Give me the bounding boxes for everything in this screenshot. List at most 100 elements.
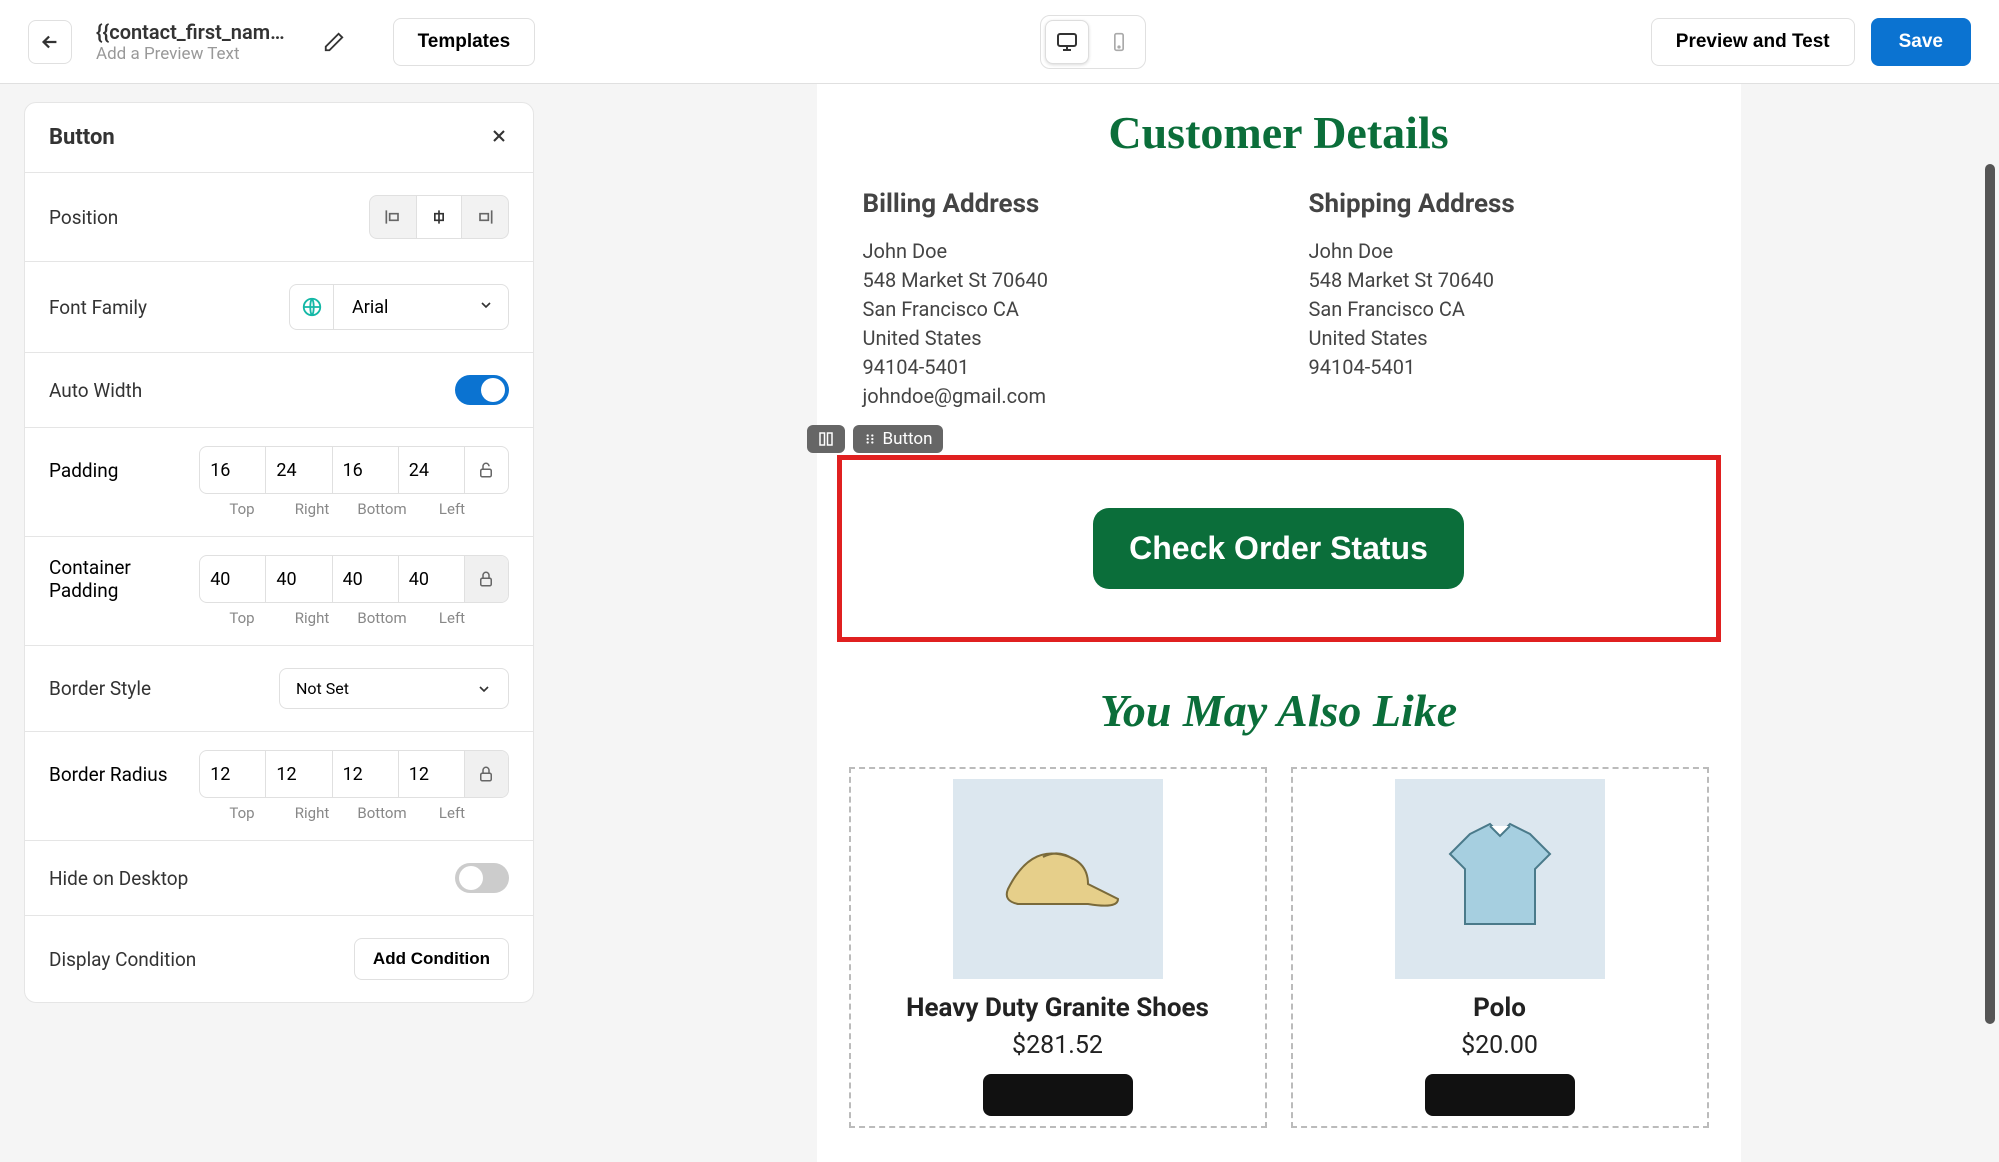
product-buy-button[interactable] [983, 1074, 1133, 1116]
block-type-tag[interactable]: Button [853, 425, 943, 453]
settings-panel: Button Position Font Family [0, 84, 558, 1162]
desktop-view-button[interactable] [1045, 20, 1089, 64]
container-padding-captions: Top Right Bottom Left [207, 609, 509, 627]
product-card[interactable]: Heavy Duty Granite Shoes $281.52 [849, 767, 1267, 1128]
panel-title: Button [49, 125, 115, 150]
add-condition-button[interactable]: Add Condition [354, 938, 509, 980]
product-card[interactable]: Polo $20.00 [1291, 767, 1709, 1128]
close-panel-button[interactable] [489, 126, 509, 150]
border-radius-inputs: 12 12 12 12 [199, 750, 509, 798]
position-row: Position [25, 173, 533, 262]
hide-desktop-label: Hide on Desktop [49, 867, 188, 890]
chevron-down-icon [464, 297, 508, 317]
border-style-select[interactable]: Not Set [279, 668, 509, 709]
top-bar: {{contact_first_nam… Add a Preview Text … [0, 0, 1999, 84]
container-padding-label: Container Padding [49, 556, 181, 602]
align-center-icon [429, 207, 449, 227]
container-padding-lock-button[interactable] [465, 556, 508, 602]
hide-desktop-row: Hide on Desktop [25, 841, 533, 916]
back-button[interactable] [28, 20, 72, 64]
product-image [953, 779, 1163, 979]
columns-icon [817, 430, 835, 448]
padding-captions: Top Right Bottom Left [207, 500, 509, 518]
selected-button-block[interactable]: Check Order Status [837, 455, 1721, 642]
shipping-column: Shipping Address John Doe 548 Market St … [1309, 189, 1695, 411]
align-left-button[interactable] [370, 196, 416, 238]
email-title[interactable]: {{contact_first_nam… [96, 20, 285, 44]
scrollbar[interactable] [1985, 164, 1995, 1024]
mobile-icon [1109, 30, 1129, 54]
align-right-icon [475, 207, 495, 227]
container-padding-bottom-input[interactable]: 40 [333, 556, 399, 602]
columns-control[interactable] [807, 425, 845, 453]
position-label: Position [49, 206, 118, 229]
hide-desktop-toggle[interactable] [455, 863, 509, 893]
product-buy-button[interactable] [1425, 1074, 1575, 1116]
pencil-icon [323, 31, 345, 53]
container-padding-top-input[interactable]: 40 [200, 556, 266, 602]
lock-icon [477, 570, 495, 588]
padding-row: Padding 16 24 16 24 Top Right Bottom Lef… [25, 428, 533, 537]
padding-right-input[interactable]: 24 [266, 447, 332, 493]
border-style-label: Border Style [49, 677, 151, 700]
billing-column: Billing Address John Doe 548 Market St 7… [863, 189, 1249, 411]
align-right-button[interactable] [462, 196, 508, 238]
border-radius-right-input[interactable]: 12 [266, 751, 332, 797]
container-padding-inputs: 40 40 40 40 [199, 555, 509, 603]
address-wrap: Billing Address John Doe 548 Market St 7… [837, 189, 1721, 425]
product-grid: Heavy Duty Granite Shoes $281.52 Polo $2… [837, 767, 1721, 1128]
container-padding-right-input[interactable]: 40 [266, 556, 332, 602]
mobile-view-button[interactable] [1097, 20, 1141, 64]
font-family-label: Font Family [49, 296, 147, 319]
product-image [1395, 779, 1605, 979]
align-center-button[interactable] [416, 196, 462, 238]
padding-label: Padding [49, 459, 181, 482]
device-toggle [1040, 15, 1146, 69]
main-area: Button Position Font Family [0, 84, 1999, 1162]
shirt-icon [1430, 814, 1570, 944]
edit-title-button[interactable] [319, 27, 349, 57]
globe-icon [290, 285, 334, 329]
drag-icon [863, 432, 877, 446]
border-radius-lock-button[interactable] [465, 751, 508, 797]
font-family-row: Font Family Arial [25, 262, 533, 353]
product-price: $281.52 [1012, 1031, 1103, 1060]
border-style-value: Not Set [296, 679, 349, 698]
padding-bottom-input[interactable]: 16 [333, 447, 399, 493]
toggle-knob [459, 866, 483, 890]
cta-button[interactable]: Check Order Status [1093, 508, 1464, 589]
padding-left-input[interactable]: 24 [399, 447, 465, 493]
padding-lock-button[interactable] [465, 447, 508, 493]
preview-test-button[interactable]: Preview and Test [1651, 18, 1855, 66]
container-padding-row: Container Padding 40 40 40 40 Top Right … [25, 537, 533, 646]
auto-width-label: Auto Width [49, 379, 142, 402]
border-radius-top-input[interactable]: 12 [200, 751, 266, 797]
border-radius-bottom-input[interactable]: 12 [333, 751, 399, 797]
templates-button[interactable]: Templates [393, 18, 536, 66]
container-padding-left-input[interactable]: 40 [399, 556, 465, 602]
canvas-area: Customer Details Billing Address John Do… [558, 84, 1999, 1162]
customer-details-heading: Customer Details [837, 84, 1721, 189]
toggle-knob [481, 378, 505, 402]
top-left-group: {{contact_first_nam… Add a Preview Text … [28, 18, 535, 66]
border-radius-captions: Top Right Bottom Left [207, 804, 509, 822]
auto-width-toggle[interactable] [455, 375, 509, 405]
shipping-title: Shipping Address [1309, 189, 1695, 219]
save-button[interactable]: Save [1871, 18, 1971, 66]
preview-text-placeholder[interactable]: Add a Preview Text [96, 44, 285, 64]
email-canvas[interactable]: Customer Details Billing Address John Do… [817, 84, 1741, 1162]
display-condition-label: Display Condition [49, 948, 196, 971]
title-block: {{contact_first_nam… Add a Preview Text [96, 20, 285, 64]
padding-top-input[interactable]: 16 [200, 447, 266, 493]
block-controls: Button [807, 425, 1721, 453]
desktop-icon [1055, 30, 1079, 54]
border-radius-left-input[interactable]: 12 [399, 751, 465, 797]
border-style-row: Border Style Not Set [25, 646, 533, 732]
border-radius-label: Border Radius [49, 763, 181, 786]
settings-card: Button Position Font Family [24, 102, 534, 1003]
unlock-icon [477, 461, 495, 479]
lock-icon [477, 765, 495, 783]
position-group [369, 195, 509, 239]
font-family-select[interactable]: Arial [289, 284, 509, 330]
panel-header: Button [25, 103, 533, 173]
